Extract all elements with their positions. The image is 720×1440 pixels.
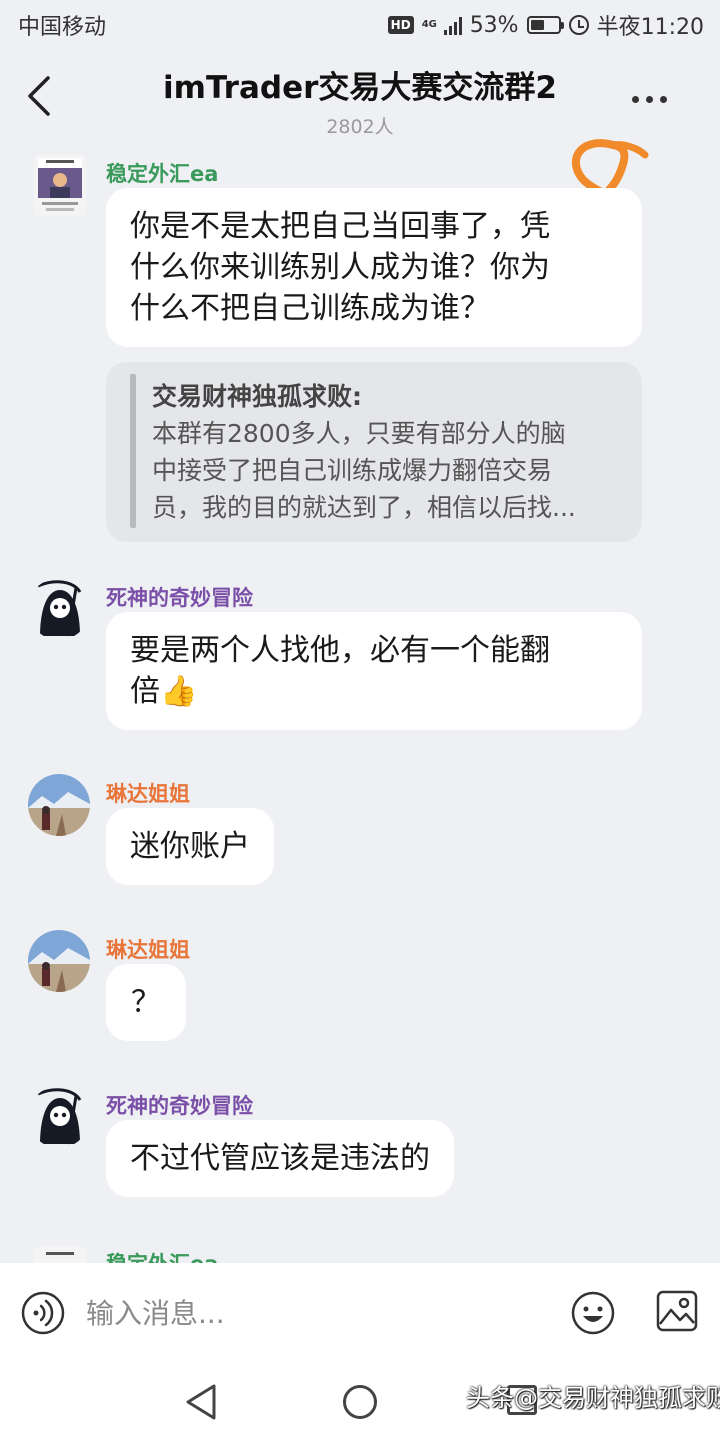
message-input-bar [0,1263,720,1363]
avatar-reaper[interactable] [28,578,90,640]
message-input[interactable] [86,1291,546,1335]
image-icon[interactable] [656,1290,698,1332]
status-bar: 中国移动 HD 4G 53% 半夜11:20 [0,0,720,50]
message-bubble[interactable]: 要是两个人找他，必有一个能翻 倍👍 [106,612,642,730]
nav-back-icon[interactable] [184,1383,218,1421]
hd-icon: HD [387,16,414,34]
signal-icon [443,15,462,35]
sender-name: 稳定外汇ea [106,1248,218,1263]
message-bubble[interactable]: ？ [106,964,186,1041]
avatar-reaper[interactable] [28,1086,90,1148]
chat-title: imTrader交易大赛交流群2 [163,70,557,106]
status-icons: HD 4G 53% 半夜11:20 [387,9,704,41]
sender-name: 琳达姐姐 [106,938,190,962]
quote-author: 交易财神独孤求败: [152,382,362,411]
message-item: 稳定外汇ea [0,1246,720,1263]
more-dots-icon[interactable] [632,88,684,103]
avatar-stable-forex[interactable] [34,154,86,216]
sender-name: 琳达姐姐 [106,782,190,806]
carrier-label: 中国移动 [18,15,107,40]
avatar-linda[interactable] [28,774,90,836]
emoji-icon[interactable] [570,1290,616,1336]
message-bubble[interactable]: 不过代管应该是违法的 [106,1120,454,1197]
avatar-linda[interactable] [28,930,90,992]
quoted-message[interactable]: 交易财神独孤求败: 本群有2800多人，只要有部分人的脑 中接受了把自己训练成爆… [106,362,642,542]
battery-percent: 53% [469,12,519,38]
sender-name: 稳定外汇ea [106,162,219,186]
chat-header: imTrader交易大赛交流群2 2802人 [0,50,720,268]
watermark: 头条@交易财神独孤求败 [466,1384,720,1412]
avatar-stable-forex[interactable] [34,1246,86,1263]
alarm-icon [568,15,589,35]
message-bubble[interactable]: 迷你账户 [106,808,274,885]
nav-home-icon[interactable] [343,1385,377,1419]
quote-text: 本群有2800多人，只要有部分人的脑 中接受了把自己训练成爆力翻倍交易 员，我的… [152,419,576,522]
sender-name: 死神的奇妙冒险 [106,1094,253,1118]
battery-level [530,20,545,30]
battery-icon [526,16,564,34]
voice-icon[interactable] [20,1290,66,1336]
clock: 半夜11:20 [596,15,704,40]
network-type-icon: 4G [421,19,437,30]
sender-name: 死神的奇妙冒险 [106,586,253,610]
message-bubble[interactable]: 你是不是太把自己当回事了，凭 什么你来训练别人成为谁？你为 什么不把自己训练成为… [106,188,642,347]
